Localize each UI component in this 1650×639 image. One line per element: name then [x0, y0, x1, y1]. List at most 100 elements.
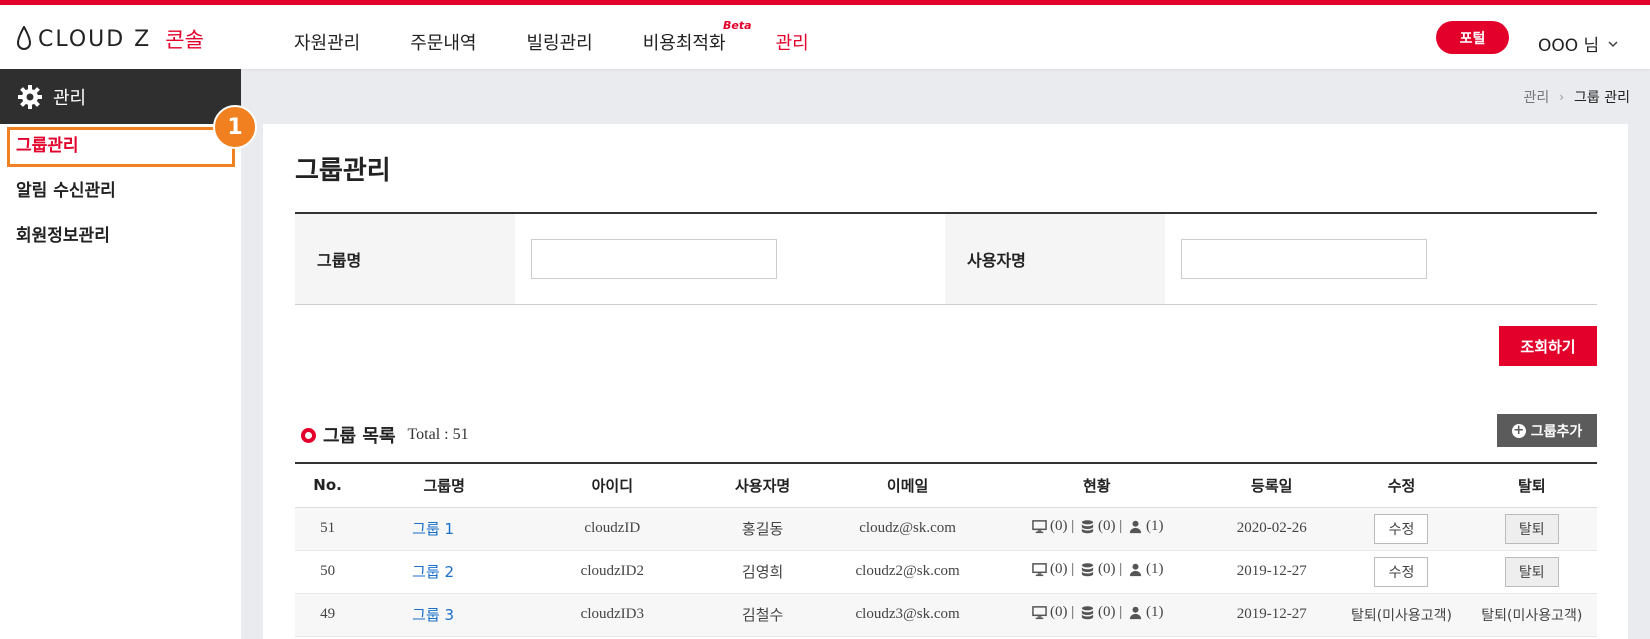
beta-badge: Beta	[723, 19, 752, 32]
edit-status-text: 탈퇴(미사용고객)	[1350, 607, 1453, 624]
user-name: 홍길동	[696, 507, 829, 551]
row-number: 51	[295, 507, 361, 551]
user-id: cloudzID3	[528, 593, 697, 637]
breadcrumb-separator-icon: ›	[1559, 90, 1565, 104]
withdraw-button[interactable]: 탈퇴	[1504, 556, 1559, 587]
user-name: OOO 님	[1538, 36, 1600, 56]
withdraw-status-text: 탈퇴(미사용고객)	[1481, 607, 1583, 624]
menu-admin[interactable]: 관리	[776, 29, 809, 55]
edit-cell: 수정	[1336, 507, 1467, 551]
column-header: 수정	[1336, 463, 1467, 508]
db-count: (0)	[1098, 561, 1116, 577]
column-header: 아이디	[528, 463, 697, 508]
cloudz-drop-icon	[16, 26, 32, 50]
group-name-link[interactable]: 그룹 3	[360, 593, 529, 637]
group-name-link[interactable]: 그룹 1	[360, 507, 529, 551]
content-panel: 그룹관리 그룹명 사용자명 조회하기 그룹 목록 Total : 51 + 그룹…	[263, 124, 1628, 639]
breadcrumb-item[interactable]: 관리	[1523, 87, 1549, 107]
sidebar-item-notification[interactable]: 알림 수신관리	[0, 169, 241, 214]
sidebar-item-member-info[interactable]: 회원정보관리	[0, 214, 241, 259]
breadcrumb: 관리 › 그룹 관리	[1523, 87, 1630, 107]
search-form: 그룹명 사용자명	[295, 212, 1597, 305]
registered-date: 2019-12-27	[1207, 550, 1337, 594]
list-title: 그룹 목록	[323, 426, 396, 447]
sidebar-header: 관리	[0, 69, 241, 124]
database-icon	[1081, 520, 1094, 534]
menu-resource[interactable]: 자원관리	[294, 29, 360, 55]
user-id: cloudzID	[528, 507, 697, 551]
add-group-label: 그룹추가	[1530, 423, 1583, 440]
column-header: 현황	[986, 463, 1208, 508]
search-button[interactable]: 조회하기	[1499, 326, 1597, 366]
monitor-count: (0)	[1049, 518, 1068, 534]
monitor-icon	[1032, 563, 1047, 577]
menu-orders[interactable]: 주문내역	[410, 29, 476, 55]
main-menu: 자원관리 주문내역 빌링관리 비용최적화 Beta 관리	[294, 19, 859, 55]
withdraw-cell: 탈퇴	[1466, 550, 1597, 594]
list-header: 그룹 목록 Total : 51	[301, 422, 469, 448]
db-count: (0)	[1098, 604, 1116, 620]
user-name: 김영희	[696, 550, 829, 594]
status-cell: (0) | (0) | (1)	[986, 550, 1208, 594]
group-name-input[interactable]	[531, 239, 777, 279]
withdraw-button[interactable]: 탈퇴	[1504, 513, 1559, 544]
row-number: 50	[295, 550, 361, 594]
breadcrumb-current: 그룹 관리	[1574, 90, 1630, 106]
edit-button[interactable]: 수정	[1374, 556, 1429, 587]
user-count: (1)	[1146, 604, 1164, 620]
monitor-count: (0)	[1049, 561, 1068, 577]
database-icon	[1081, 606, 1094, 620]
page-title: 그룹관리	[295, 156, 391, 186]
column-header: 사용자명	[696, 463, 829, 508]
withdraw-cell: 탈퇴(미사용고객)	[1466, 593, 1597, 637]
table-header-row: No. 그룹명 아이디 사용자명 이메일 현황 등록일 수정 탈퇴	[295, 463, 1597, 508]
user-icon	[1129, 563, 1142, 577]
user-name: 김철수	[696, 593, 829, 637]
registered-date: 2020-02-26	[1207, 507, 1337, 551]
menu-cost-optimization[interactable]: 비용최적화 Beta	[642, 19, 752, 55]
top-navigation-bar: CLOUD Z 콘솔 자원관리 주문내역 빌링관리 비용최적화 Beta 관리 …	[0, 0, 1650, 69]
edit-cell: 수정	[1336, 550, 1467, 594]
user-id: cloudzID2	[528, 550, 697, 594]
table-row: 50 그룹 2 cloudzID2 김영희 cloudz2@sk.com (0) | (0…	[295, 550, 1597, 594]
edit-cell: 탈퇴(미사용고객)	[1336, 593, 1467, 637]
column-header: 이메일	[828, 463, 987, 508]
column-header: No.	[295, 463, 361, 508]
withdraw-cell: 탈퇴	[1466, 507, 1597, 551]
column-header: 그룹명	[360, 463, 529, 508]
sidebar-title: 관리	[53, 87, 87, 109]
table-row: 49 그룹 3 cloudzID3 김철수 cloudz3@sk.com (0) | (0…	[295, 593, 1597, 637]
annotation-badge: 1	[213, 105, 257, 149]
add-group-button[interactable]: + 그룹추가	[1497, 414, 1597, 447]
group-name-link[interactable]: 그룹 2	[360, 550, 529, 594]
user-name-label: 사용자명	[945, 214, 1165, 304]
ring-bullet-icon	[301, 427, 316, 443]
menu-cost-optimization-label: 비용최적화	[642, 33, 726, 54]
plus-circle-icon: +	[1511, 422, 1526, 438]
status-cell: (0) | (0) | (1)	[986, 593, 1208, 637]
portal-button[interactable]: 포털	[1436, 21, 1509, 54]
registered-date: 2019-12-27	[1207, 593, 1337, 637]
sidebar: 관리 그룹관리 알림 수신관리 회원정보관리 1	[0, 69, 257, 639]
highlight-box	[7, 127, 235, 167]
cloudz-logo[interactable]: CLOUD Z 콘솔	[16, 23, 204, 55]
email: cloudz@sk.com	[828, 507, 987, 551]
menu-billing[interactable]: 빌링관리	[527, 29, 593, 55]
user-name-input[interactable]	[1181, 239, 1427, 279]
status-cell: (0) | (0) | (1)	[986, 507, 1208, 551]
row-number: 49	[295, 593, 361, 637]
user-icon	[1129, 606, 1142, 620]
logo-console-label: 콘솔	[165, 28, 204, 52]
user-count: (1)	[1146, 561, 1164, 577]
column-header: 등록일	[1207, 463, 1337, 508]
table-body: 51 그룹 1 cloudzID 홍길동 cloudz@sk.com (0) | (0) …	[295, 507, 1597, 637]
db-count: (0)	[1098, 518, 1116, 534]
logo-text: CLOUD Z	[38, 26, 152, 52]
user-menu[interactable]: OOO 님	[1538, 31, 1619, 56]
monitor-count: (0)	[1049, 604, 1068, 620]
chevron-down-icon	[1608, 40, 1618, 47]
user-count: (1)	[1146, 518, 1164, 534]
user-icon	[1129, 520, 1142, 534]
gear-icon	[18, 84, 42, 109]
edit-button[interactable]: 수정	[1374, 513, 1429, 544]
